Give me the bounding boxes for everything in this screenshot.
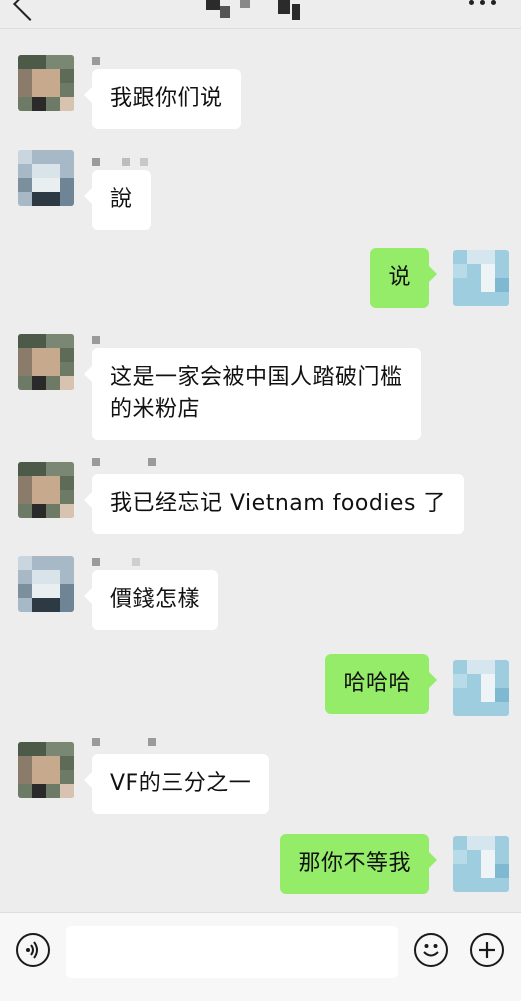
sender-name xyxy=(92,458,162,468)
message-bubble[interactable]: 这是一家会被中国人踏破门槛 的米粉店 xyxy=(84,348,421,440)
emoji-icon[interactable] xyxy=(414,933,448,967)
sender-name xyxy=(92,336,162,346)
message-bubble[interactable]: 說 xyxy=(84,170,151,230)
avatar[interactable] xyxy=(18,556,74,612)
message-bubble[interactable]: 那你不等我 xyxy=(280,834,437,894)
sender-name xyxy=(92,158,162,168)
message-bubble[interactable]: 哈哈哈 xyxy=(325,654,437,714)
input-bar xyxy=(0,912,521,1001)
chat-title-pixelated xyxy=(200,0,310,22)
sender-name xyxy=(92,738,162,748)
avatar[interactable] xyxy=(18,334,74,390)
message-bubble[interactable]: VF的三分之一 xyxy=(83,754,270,814)
plus-icon[interactable] xyxy=(470,933,504,967)
avatar[interactable] xyxy=(18,462,74,518)
avatar[interactable] xyxy=(453,250,509,306)
message-input[interactable] xyxy=(66,926,398,978)
avatar[interactable] xyxy=(453,836,509,892)
avatar[interactable] xyxy=(453,660,509,716)
message-bubble[interactable]: 我已经忘记 Vietnam foodies 了 xyxy=(84,474,464,534)
avatar[interactable] xyxy=(18,55,74,111)
avatar[interactable] xyxy=(18,150,74,206)
message-bubble[interactable]: 我跟你们说 xyxy=(84,69,241,129)
chat-header xyxy=(0,0,521,29)
message-bubble[interactable]: 價錢怎樣 xyxy=(83,570,219,630)
message-bubble[interactable]: 说 xyxy=(370,248,437,308)
avatar[interactable] xyxy=(18,742,74,798)
sender-name xyxy=(92,57,162,67)
more-dots-icon[interactable] xyxy=(469,0,499,8)
chevron-left-icon[interactable] xyxy=(13,0,47,21)
sender-name xyxy=(92,558,162,568)
voice-icon[interactable] xyxy=(16,933,50,967)
